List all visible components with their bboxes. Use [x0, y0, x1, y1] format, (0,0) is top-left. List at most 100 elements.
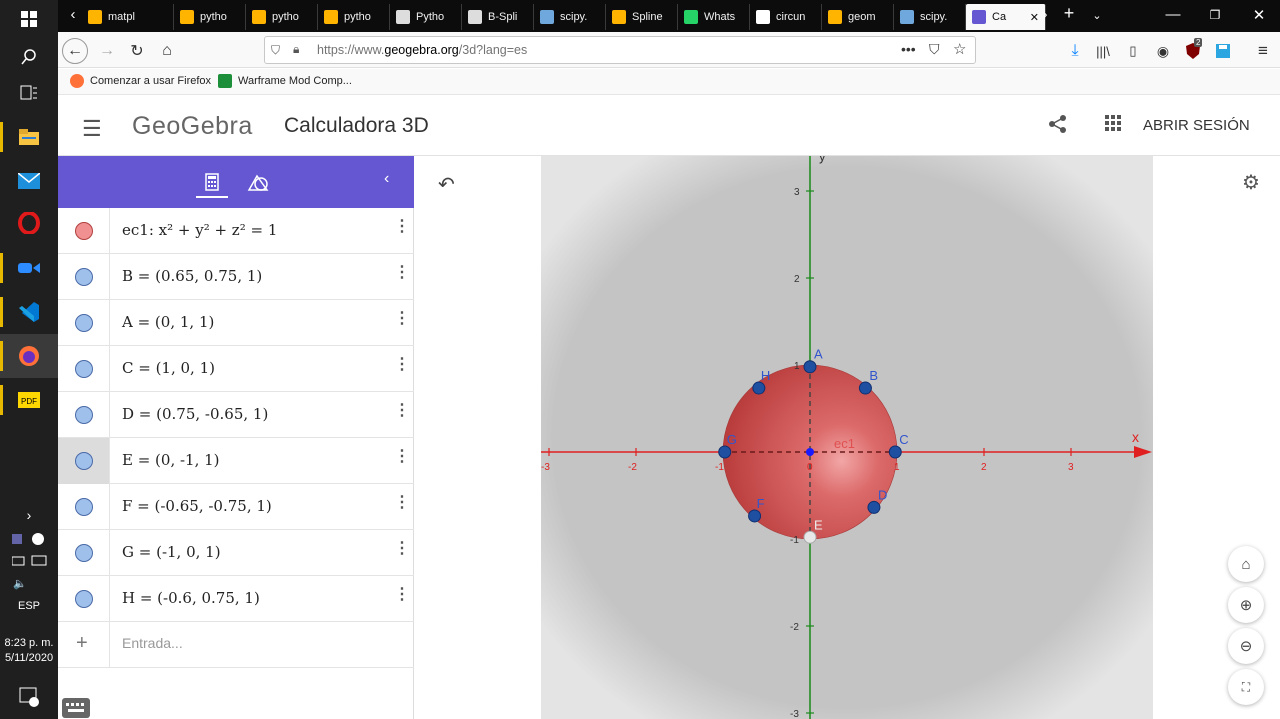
visibility-toggle[interactable] [58, 300, 110, 346]
more-options-icon[interactable]: ⋮ [394, 216, 410, 236]
zoom-in-button[interactable]: ⊕ [1228, 587, 1264, 623]
algebra-expression[interactable]: D = (0.75, -0.65, 1) [122, 405, 268, 423]
opera-icon[interactable] [16, 210, 42, 236]
algebra-row[interactable]: ec1: x² + y² + z² = 1 ⋮ [58, 208, 414, 254]
browser-tab[interactable]: Pytho [390, 4, 462, 30]
zoom-out-button[interactable]: ⊖ [1228, 628, 1264, 664]
point-a[interactable] [803, 360, 817, 374]
bookmark-firefox[interactable]: Comenzar a usar Firefox [70, 74, 211, 88]
undo-icon[interactable]: ↶ [438, 172, 455, 197]
visibility-toggle[interactable] [58, 484, 110, 530]
lock-icon[interactable]: 🔒︎ [293, 42, 299, 57]
algebra-expression[interactable]: B = (0.65, 0.75, 1) [122, 267, 262, 285]
home-view-button[interactable]: ⌂ [1228, 546, 1264, 582]
language-indicator[interactable]: ESP [0, 600, 58, 612]
account-icon[interactable]: ◉ [1150, 38, 1176, 64]
back-icon[interactable]: ← [62, 38, 88, 64]
more-options-icon[interactable]: ⋮ [394, 308, 410, 328]
apps-grid-icon[interactable] [1104, 114, 1122, 137]
visibility-toggle[interactable] [58, 392, 110, 438]
algebra-expression[interactable]: G = (-1, 0, 1) [122, 543, 221, 561]
point-c[interactable] [888, 445, 902, 459]
browser-tab[interactable]: pytho [318, 4, 390, 30]
clock-time[interactable]: 8:23 p. m. [0, 636, 58, 650]
task-view-icon[interactable] [16, 80, 42, 106]
add-icon[interactable]: + [76, 632, 88, 655]
chevron-right-icon[interactable]: › [16, 502, 42, 528]
reload-icon[interactable]: ↻ [124, 38, 150, 64]
algebra-expression[interactable]: A = (0, 1, 1) [122, 313, 214, 331]
visibility-toggle[interactable] [58, 208, 110, 254]
browser-tab[interactable]: circun [750, 4, 822, 30]
more-options-icon[interactable]: ⋮ [394, 492, 410, 512]
volume-icon[interactable]: 🔈 [10, 570, 30, 596]
browser-tab[interactable]: Whats [678, 4, 750, 30]
settings-gear-icon[interactable]: ⚙ [1242, 170, 1260, 195]
algebra-row[interactable]: A = (0, 1, 1) ⋮ [58, 300, 414, 346]
browser-tab[interactable]: B-Spli [462, 4, 534, 30]
visibility-toggle[interactable] [58, 346, 110, 392]
forward-icon[interactable]: → [94, 38, 120, 64]
windows-start-icon[interactable] [16, 6, 42, 32]
calculator-tab-icon[interactable] [196, 168, 228, 198]
algebra-row[interactable]: D = (0.75, -0.65, 1) ⋮ [58, 392, 414, 438]
save-extension-icon[interactable] [1210, 38, 1236, 64]
more-options-icon[interactable]: ⋮ [394, 584, 410, 604]
sidebar-icon[interactable]: ▯ [1120, 38, 1146, 64]
file-explorer-icon[interactable] [16, 124, 42, 150]
browser-tab[interactable]: matpl [82, 4, 174, 30]
virtual-keyboard-icon[interactable] [62, 698, 90, 718]
bookmark-star-icon[interactable]: ☆ [953, 40, 966, 58]
search-icon[interactable] [16, 44, 42, 70]
more-options-icon[interactable]: ⋮ [394, 538, 410, 558]
point-d[interactable] [867, 500, 881, 514]
algebra-expression[interactable]: F = (-0.65, -0.75, 1) [122, 497, 272, 515]
origin-point[interactable] [806, 448, 814, 456]
more-options-icon[interactable]: ⋮ [394, 354, 410, 374]
login-button[interactable]: ABRIR SESIÓN [1143, 117, 1250, 134]
zoom-app-icon[interactable] [16, 255, 42, 281]
browser-tab[interactable]: Spline [606, 4, 678, 30]
page-actions-icon[interactable]: ••• [901, 41, 916, 57]
algebra-row[interactable]: G = (-1, 0, 1) ⋮ [58, 530, 414, 576]
graphics-canvas[interactable]: x y -3 -2 -1 0 1 2 3 3 2 1 -1 -2 -3 ec1 A B C D E F G H [414, 156, 1280, 719]
restore-icon[interactable]: ❐ [1204, 8, 1226, 22]
url-bar[interactable]: ⛉ 🔒︎ https://www. geogebra.org/3d?lang=es… [264, 36, 976, 64]
browser-tab[interactable]: scipy. [534, 4, 606, 30]
mail-icon[interactable] [16, 168, 42, 194]
graphics-3d-view[interactable]: x y -3 -2 -1 0 1 2 3 3 2 1 -1 -2 -3 ec1 A B C D E F G H ↶ ⚙ ⌂ ⊕… [414, 156, 1280, 719]
visibility-toggle[interactable] [58, 576, 110, 622]
collapse-panel-icon[interactable]: ‹ [384, 170, 389, 188]
bookmark-warframe[interactable]: Warframe Mod Comp... [218, 74, 352, 88]
browser-tab[interactable]: scipy. [894, 4, 966, 30]
share-icon[interactable] [1048, 114, 1068, 140]
fullscreen-button[interactable]: ⛶ [1228, 669, 1264, 705]
point-h[interactable] [752, 381, 766, 395]
more-options-icon[interactable]: ⋮ [394, 400, 410, 420]
point-g[interactable] [718, 445, 732, 459]
tools-tab-icon[interactable] [242, 168, 274, 198]
algebra-expression[interactable]: E = (0, -1, 1) [122, 451, 220, 469]
browser-tab[interactable]: pytho [174, 4, 246, 30]
algebra-input-row[interactable]: + Entrada... [58, 622, 414, 668]
pdf-reader-icon[interactable]: PDF [16, 387, 42, 413]
algebra-expression[interactable]: H = (-0.6, 0.75, 1) [122, 589, 260, 607]
tracking-shield-icon[interactable]: ⛉ [271, 43, 280, 58]
visibility-toggle[interactable] [58, 530, 110, 576]
visibility-toggle[interactable] [58, 254, 110, 300]
point-f[interactable] [748, 509, 762, 523]
algebra-row[interactable]: E = (0, -1, 1) ⋮ [58, 438, 414, 484]
new-tab-icon[interactable]: + [1058, 3, 1080, 24]
app-menu-icon[interactable]: ☰ [82, 116, 102, 142]
more-options-icon[interactable]: ⋮ [394, 446, 410, 466]
tab-scroll-left-icon[interactable]: ‹ [62, 6, 84, 23]
algebra-expression[interactable]: C = (1, 0, 1) [122, 359, 215, 377]
geogebra-logo[interactable]: GeoGebra [132, 112, 253, 141]
point-b[interactable] [858, 381, 872, 395]
home-icon[interactable]: ⌂ [154, 38, 180, 64]
more-options-icon[interactable]: ⋮ [394, 262, 410, 282]
input-field[interactable]: Entrada... [122, 635, 183, 651]
ublock-icon[interactable]: 2 [1180, 38, 1206, 64]
firefox-icon[interactable] [16, 343, 42, 369]
list-all-tabs-icon[interactable]: ⌄ [1086, 9, 1108, 22]
